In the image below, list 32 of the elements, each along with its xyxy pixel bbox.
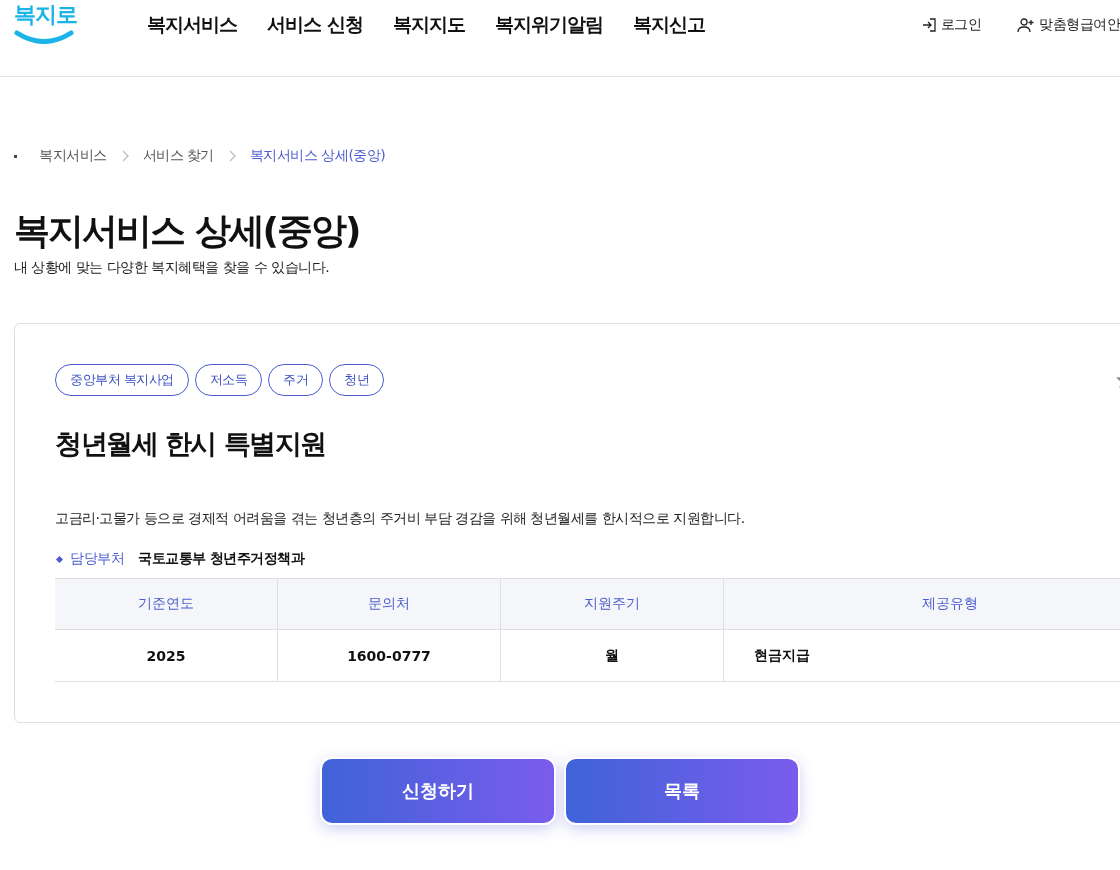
table-cell: 현금지급: [723, 629, 1120, 682]
page-title: 복지서비스 상세(중앙): [14, 209, 361, 253]
action-button[interactable]: 목록: [564, 757, 800, 825]
bullet-icon: [14, 154, 17, 158]
smile-icon: [14, 30, 74, 44]
chevron-right-icon: [227, 150, 236, 162]
nav-link[interactable]: 복지지도: [392, 10, 465, 38]
header-link[interactable]: 맞춤형급여안: [1039, 16, 1120, 34]
column-header: 기준연도: [55, 578, 278, 630]
table-cell: 1600-0777: [277, 629, 501, 682]
breadcrumb-link[interactable]: 복지서비스: [39, 147, 107, 165]
table-cell: 월: [500, 629, 724, 682]
breadcrumb-link[interactable]: 서비스 찾기: [142, 147, 214, 165]
nav-link[interactable]: 복지신고: [632, 10, 705, 38]
column-header: 지원주기: [500, 578, 724, 630]
header-link[interactable]: 로그인: [940, 16, 981, 34]
nav-link[interactable]: 복지서비스: [147, 10, 237, 38]
user-plus-icon: [1017, 17, 1035, 33]
page-subtitle: 내 상황에 맞는 다양한 복지혜택을 찾을 수 있습니다.: [14, 259, 331, 277]
service-title: 청년월세 한시 특별지원: [55, 427, 327, 461]
nav-link[interactable]: 서비스 신청: [267, 10, 363, 38]
action-button[interactable]: 신청하기: [320, 757, 556, 825]
breadcrumb-link[interactable]: 복지서비스 상세(중앙): [249, 147, 386, 165]
nav-link[interactable]: 복지위기알림: [494, 10, 603, 38]
chevron-right-icon: [120, 150, 129, 162]
column-header: 문의처: [277, 578, 501, 630]
table-cell: 2025: [55, 629, 278, 682]
department-value: 국토교통부 청년주거정책과: [138, 550, 305, 568]
login-icon: [920, 17, 937, 33]
department-label: 담당부처: [70, 550, 124, 568]
service-description: 고금리·고물가 등으로 경제적 어려움을 겪는 청년층의 주거비 부담 경감을 위해 청년월세를 한시적으로 지원합니다.: [55, 510, 746, 528]
column-header: 제공유형: [723, 578, 1120, 630]
